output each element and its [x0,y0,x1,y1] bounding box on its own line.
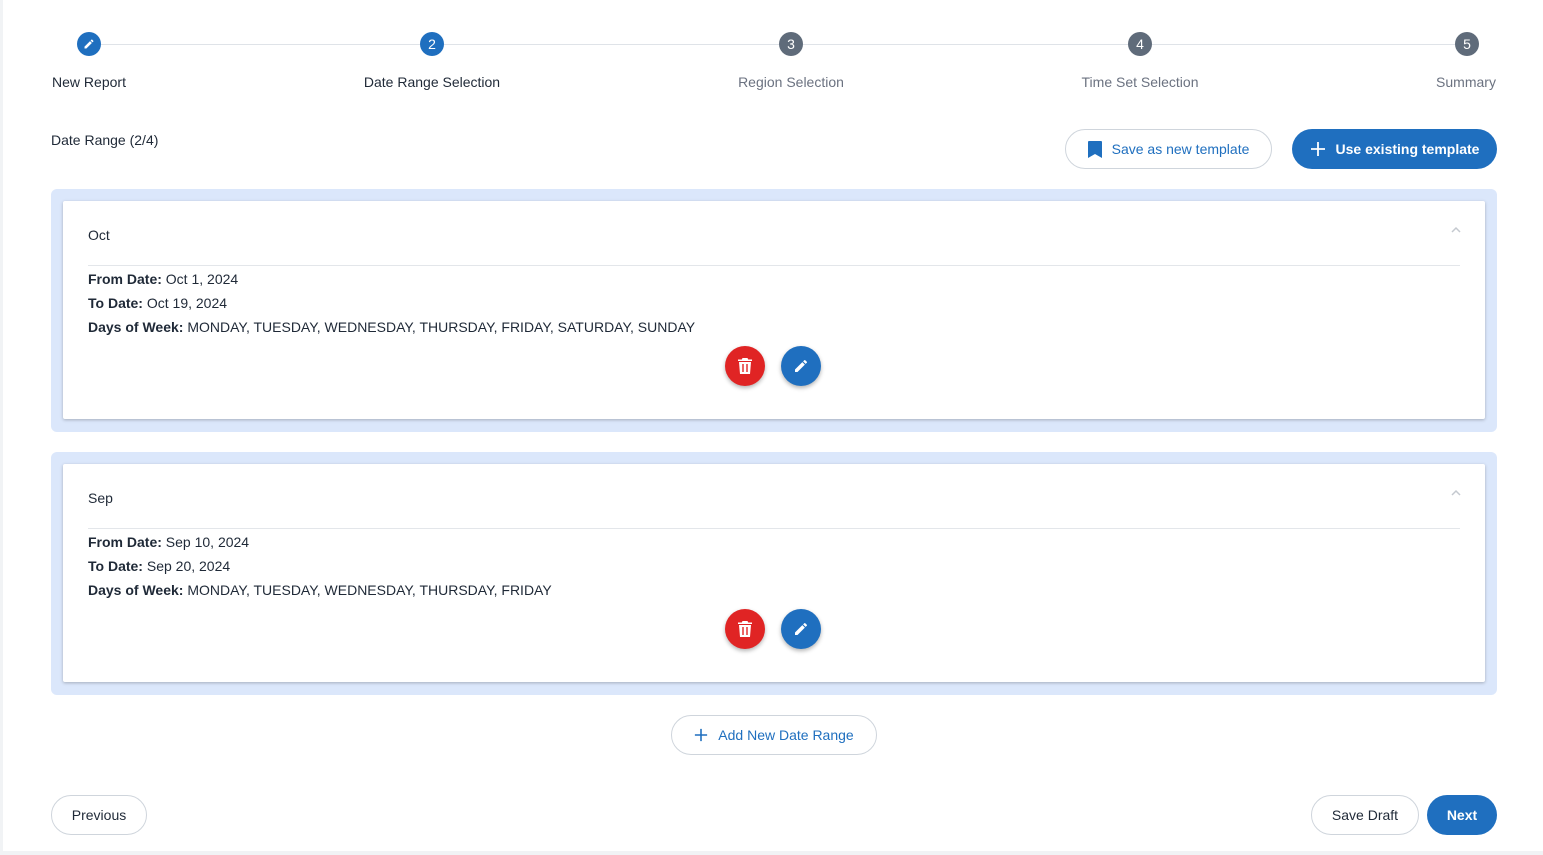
to-date-row: To Date: Oct 19, 2024 [88,295,227,311]
date-range-card-wrapper: Sep From Date: Sep 10, 2024 To Date: Sep… [51,452,1497,695]
date-range-card-wrapper: Oct From Date: Oct 1, 2024 To Date: Oct … [51,189,1497,432]
days-of-week-row: Days of Week: MONDAY, TUESDAY, WEDNESDAY… [88,582,552,598]
step-connector [101,44,420,45]
card-divider [88,528,1460,529]
days-of-week-row: Days of Week: MONDAY, TUESDAY, WEDNESDAY… [88,319,695,335]
edit-date-range-button[interactable] [781,346,821,386]
page-bottom-edge [0,851,1543,855]
use-existing-template-button[interactable]: Use existing template [1292,129,1497,169]
step-4-circle[interactable]: 4 [1128,32,1152,56]
step-connector [444,44,779,45]
step-2-label[interactable]: Date Range Selection [364,74,500,90]
to-date-row: To Date: Sep 20, 2024 [88,558,230,574]
step-3-label[interactable]: Region Selection [738,74,844,90]
trash-icon [738,621,752,637]
add-new-date-range-button[interactable]: Add New Date Range [671,715,877,755]
to-date-label: To Date: [88,295,143,311]
add-new-date-range-label: Add New Date Range [718,727,854,743]
plus-icon [1310,142,1325,156]
to-date-value: Oct 19, 2024 [146,295,228,311]
bookmark-icon [1087,140,1102,158]
step-2-circle[interactable]: 2 [420,32,444,56]
to-date-label: To Date: [88,558,143,574]
step-1-label[interactable]: New Report [52,74,126,90]
save-as-template-label: Save as new template [1111,141,1250,157]
save-as-template-button[interactable]: Save as new template [1065,129,1272,169]
step-connector [803,44,1128,45]
days-of-week-value: MONDAY, TUESDAY, WEDNESDAY, THURSDAY, FR… [187,319,696,335]
step-number: 3 [787,36,795,52]
pencil-icon [795,359,808,372]
step-number: 4 [1136,36,1144,52]
chevron-up-icon[interactable] [1449,486,1463,500]
step-5-label[interactable]: Summary [1436,74,1496,90]
date-range-card: Oct From Date: Oct 1, 2024 To Date: Oct … [63,201,1485,419]
pencil-icon [795,622,808,635]
days-of-week-label: Days of Week: [88,319,184,335]
trash-icon [738,358,752,374]
save-draft-label: Save Draft [1331,807,1399,823]
from-date-label: From Date: [88,271,162,287]
from-date-row: From Date: Sep 10, 2024 [88,534,249,550]
save-draft-button[interactable]: Save Draft [1311,795,1419,835]
from-date-value: Oct 1, 2024 [165,271,239,287]
step-3-circle[interactable]: 3 [779,32,803,56]
step-5-circle[interactable]: 5 [1455,32,1479,56]
date-range-title: Oct [88,227,110,243]
step-1-circle[interactable] [77,32,101,56]
section-title: Date Range (2/4) [51,132,159,148]
days-of-week-value: MONDAY, TUESDAY, WEDNESDAY, THURSDAY, FR… [187,582,552,598]
card-divider [88,265,1460,266]
delete-date-range-button[interactable] [725,609,765,649]
next-button[interactable]: Next [1427,795,1497,835]
step-number: 2 [428,36,436,52]
pencil-icon [84,39,94,49]
date-range-title: Sep [88,490,113,506]
delete-date-range-button[interactable] [725,346,765,386]
use-existing-template-label: Use existing template [1335,141,1480,157]
step-4-label[interactable]: Time Set Selection [1082,74,1199,90]
date-range-card: Sep From Date: Sep 10, 2024 To Date: Sep… [63,464,1485,682]
previous-label: Previous [71,807,127,823]
previous-button[interactable]: Previous [51,795,147,835]
page-left-edge [0,0,3,855]
from-date-value: Sep 10, 2024 [165,534,250,550]
plus-icon [695,728,708,742]
chevron-up-icon[interactable] [1449,223,1463,237]
step-connector [1152,44,1455,45]
step-number: 5 [1463,36,1471,52]
from-date-row: From Date: Oct 1, 2024 [88,271,238,287]
from-date-label: From Date: [88,534,162,550]
next-label: Next [1446,807,1478,823]
days-of-week-label: Days of Week: [88,582,184,598]
to-date-value: Sep 20, 2024 [146,558,231,574]
edit-date-range-button[interactable] [781,609,821,649]
